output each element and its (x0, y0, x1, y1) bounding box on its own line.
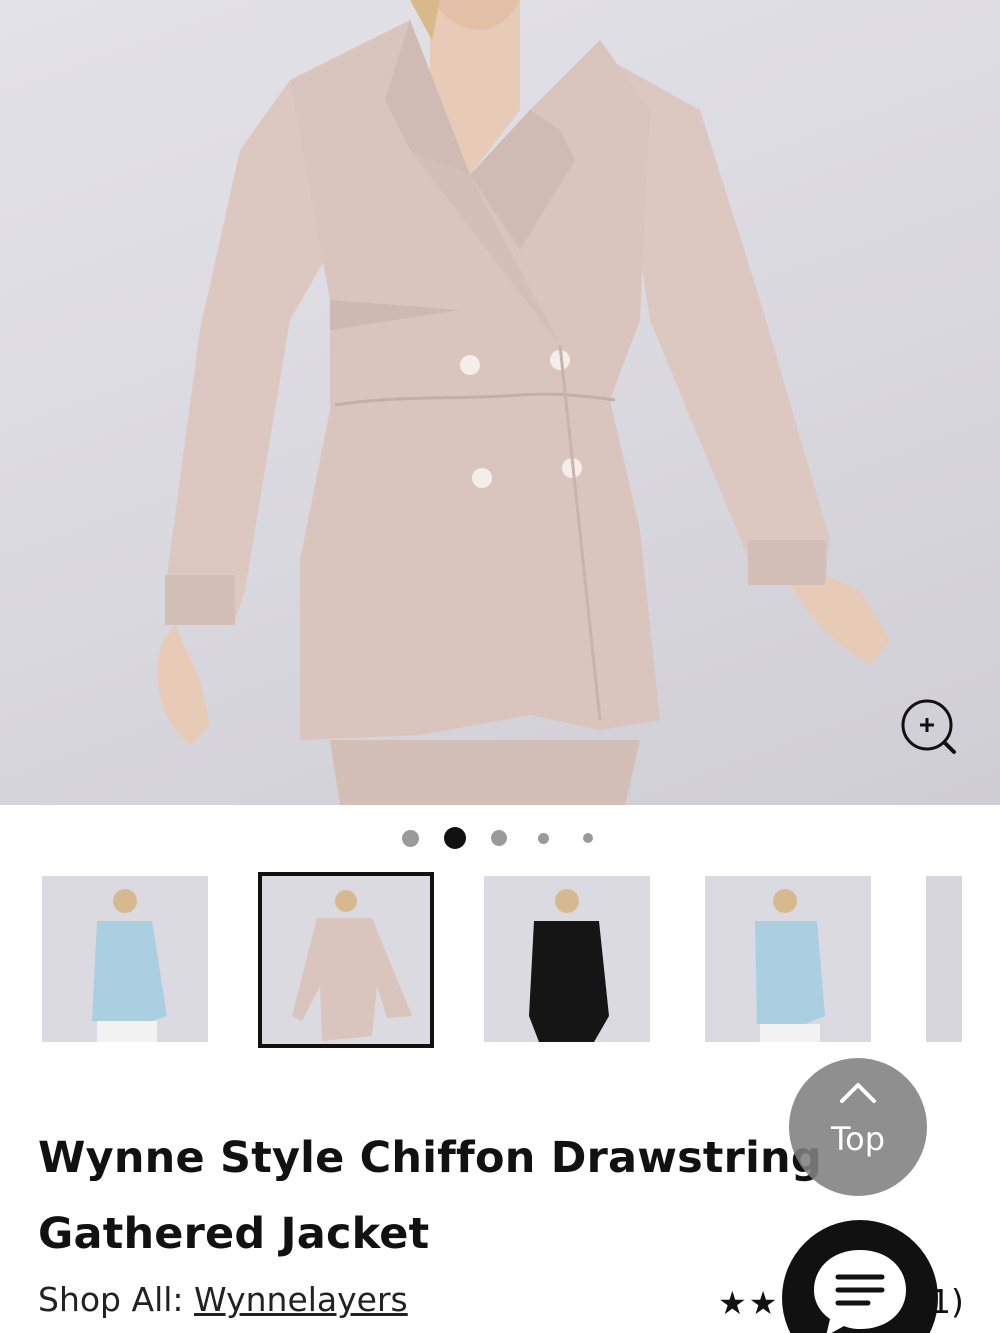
rating-stars[interactable]: ★★ (718, 1284, 779, 1322)
chevron-up-icon (840, 1083, 876, 1103)
shop-all: Shop All: Wynnelayers (38, 1280, 408, 1319)
carousel-dot[interactable] (491, 830, 507, 846)
carousel-dot[interactable] (402, 830, 419, 847)
carousel-dot[interactable] (583, 833, 593, 843)
chat-button[interactable] (782, 1220, 938, 1333)
chat-icon (814, 1250, 906, 1333)
carousel-dots (0, 826, 1000, 850)
back-to-top-button[interactable]: Top (789, 1058, 927, 1196)
zoom-in-icon (901, 699, 956, 754)
zoom-button[interactable] (898, 698, 962, 762)
carousel-dot[interactable] (538, 833, 549, 844)
back-to-top-label: Top (831, 1120, 885, 1158)
thumbnail-3[interactable] (484, 876, 650, 1042)
thumbnail-1[interactable] (42, 876, 208, 1042)
product-main-image[interactable] (0, 0, 1000, 805)
carousel-dot-active[interactable] (444, 827, 466, 849)
thumbnail-5-partial[interactable] (926, 876, 962, 1042)
product-title-line-1: Wynne Style Chiffon Drawstring (38, 1133, 822, 1183)
shop-all-label: Shop All: (38, 1280, 184, 1319)
thumbnail-strip (0, 872, 1000, 1052)
brand-link[interactable]: Wynnelayers (194, 1280, 408, 1319)
jacket-illustration (157, 0, 890, 805)
thumbnail-4[interactable] (705, 876, 871, 1042)
thumbnail-2-selected[interactable] (258, 872, 434, 1048)
